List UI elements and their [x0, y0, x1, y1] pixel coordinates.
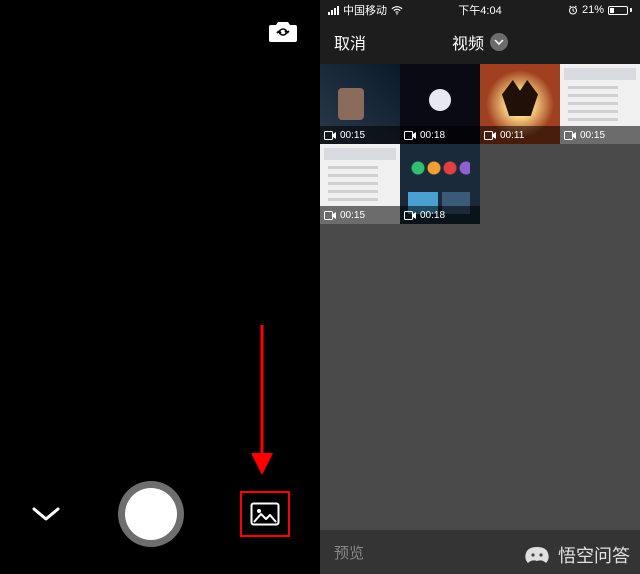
- videocam-icon: [324, 131, 337, 140]
- duration-label: 00:18: [420, 210, 445, 221]
- duration-label: 00:15: [340, 210, 365, 221]
- video-thumb[interactable]: 00:15: [320, 144, 400, 224]
- annotation-arrow: [247, 325, 277, 475]
- video-thumb[interactable]: 00:15: [560, 64, 640, 144]
- videocam-icon: [404, 131, 417, 140]
- alarm-icon: [568, 5, 578, 15]
- battery-icon: [608, 6, 632, 15]
- chevron-down-icon: [490, 33, 508, 51]
- camera-screen: [0, 0, 320, 574]
- carrier-label: 中国移动: [343, 2, 387, 18]
- gallery-button-highlight: [240, 491, 290, 537]
- duration-label: 00:15: [580, 130, 605, 141]
- video-thumb[interactable]: 00:11: [480, 64, 560, 144]
- signal-icon: [328, 6, 339, 15]
- watermark: 悟空问答: [522, 542, 630, 568]
- video-thumb[interactable]: 00:18: [400, 64, 480, 144]
- camera-bottom-bar: [0, 478, 320, 550]
- videocam-icon: [404, 211, 417, 220]
- video-thumb[interactable]: 00:15: [320, 64, 400, 144]
- status-time: 下午4:04: [458, 2, 501, 18]
- video-thumb[interactable]: 00:18: [400, 144, 480, 224]
- video-grid: 00:15 00:18 00:11 00:15 00:15: [320, 64, 640, 530]
- videocam-icon: [564, 131, 577, 140]
- camera-switch-icon[interactable]: [268, 18, 298, 44]
- chevron-down-icon[interactable]: [30, 503, 62, 525]
- battery-percent: 21%: [582, 4, 604, 16]
- shutter-button[interactable]: [118, 481, 184, 547]
- videocam-icon: [324, 211, 337, 220]
- videocam-icon: [484, 131, 497, 140]
- shutter-inner: [125, 488, 177, 540]
- status-bar: 中国移动 下午4:04 21%: [320, 0, 640, 20]
- duration-label: 00:11: [500, 130, 524, 141]
- album-title: 视频: [452, 30, 484, 54]
- image-gallery-icon[interactable]: [250, 502, 280, 526]
- watermark-text: 悟空问答: [558, 542, 630, 568]
- album-dropdown[interactable]: 视频: [452, 30, 508, 54]
- gallery-picker-screen: 中国移动 下午4:04 21% 取消 视频: [320, 0, 640, 574]
- picker-header: 取消 视频: [320, 20, 640, 64]
- wifi-icon: [391, 6, 403, 15]
- duration-label: 00:15: [340, 130, 365, 141]
- preview-button[interactable]: 预览: [334, 542, 364, 563]
- cancel-button[interactable]: 取消: [334, 30, 366, 54]
- duration-label: 00:18: [420, 130, 445, 141]
- wukong-logo-icon: [522, 545, 552, 565]
